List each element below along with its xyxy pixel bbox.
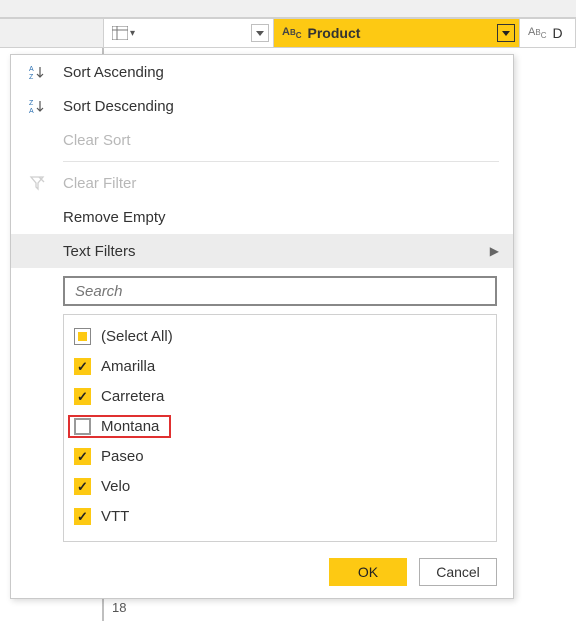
menu-label: Sort Descending	[63, 98, 174, 115]
abc-type-icon: ABC	[282, 26, 302, 40]
menu-label: Clear Filter	[63, 175, 136, 192]
column-label: Product	[308, 25, 361, 41]
sort-desc-icon: ZA	[25, 98, 49, 114]
column-header-right[interactable]: ABC D	[520, 19, 576, 47]
svg-text:A: A	[29, 108, 34, 114]
filter-item[interactable]: VTT	[74, 501, 486, 531]
filter-item[interactable]: (Select All)	[74, 321, 486, 351]
column-dropdown-icon[interactable]	[251, 24, 269, 42]
filter-sort-menu: AZ Sort Ascending ZA Sort Descending Cle…	[10, 54, 514, 599]
filter-item-label: Paseo	[101, 448, 144, 465]
menu-label: Text Filters	[63, 243, 136, 260]
ok-button[interactable]: OK	[329, 558, 407, 586]
menu-text-filters[interactable]: Text Filters ▶	[11, 234, 513, 268]
abc-type-icon: ABC	[528, 26, 546, 40]
sort-asc-icon: AZ	[25, 64, 49, 80]
row-index-header	[0, 19, 104, 47]
table-icon	[112, 26, 128, 40]
filter-clear-icon	[25, 175, 49, 191]
filter-item[interactable]: Montana	[74, 411, 486, 441]
filter-checkbox-list: (Select All) Amarilla Carretera Montana Pase…	[63, 314, 497, 542]
svg-text:Z: Z	[29, 74, 34, 80]
button-row: OK Cancel	[11, 558, 497, 586]
menu-label: Remove Empty	[63, 209, 166, 226]
filter-item-label: Montana	[101, 418, 159, 435]
filter-item[interactable]: Carretera	[74, 381, 486, 411]
column-header-blank[interactable]: ▾	[104, 19, 274, 47]
filter-item-label: VTT	[101, 508, 129, 525]
filter-item[interactable]: Amarilla	[74, 351, 486, 381]
checkbox-checked[interactable]	[74, 478, 91, 495]
menu-remove-empty[interactable]: Remove Empty	[11, 200, 513, 234]
filter-item[interactable]: Velo	[74, 471, 486, 501]
menu-clear-sort: Clear Sort	[11, 123, 513, 157]
svg-text:Z: Z	[29, 100, 34, 107]
menu-separator	[63, 161, 499, 162]
menu-label: Sort Ascending	[63, 64, 164, 81]
menu-label: Clear Sort	[63, 132, 131, 149]
menu-sort-ascending[interactable]: AZ Sort Ascending	[11, 55, 513, 89]
filter-item-label: Amarilla	[101, 358, 155, 375]
checkbox-checked[interactable]	[74, 508, 91, 525]
filter-item-label: Velo	[101, 478, 130, 495]
menu-sort-descending[interactable]: ZA Sort Descending	[11, 89, 513, 123]
menu-clear-filter: Clear Filter	[11, 166, 513, 200]
filter-item-label: (Select All)	[101, 328, 173, 345]
filter-item-label: Carretera	[101, 388, 164, 405]
search-box[interactable]	[63, 276, 497, 306]
column-header-product[interactable]: ABC Product	[274, 19, 520, 47]
checkbox-checked[interactable]	[74, 388, 91, 405]
column-label: D	[552, 25, 562, 41]
column-dropdown-icon[interactable]	[497, 24, 515, 42]
checkbox-checked[interactable]	[74, 448, 91, 465]
footer-row-number: 18	[104, 593, 126, 621]
filter-item[interactable]: Paseo	[74, 441, 486, 471]
column-headers: ▾ ABC Product ABC D	[0, 18, 576, 48]
checkbox-empty[interactable]	[74, 418, 91, 435]
checkbox-square[interactable]	[74, 328, 91, 345]
search-input[interactable]	[73, 282, 487, 301]
svg-text:A: A	[29, 66, 34, 73]
chevron-right-icon: ▶	[490, 244, 499, 258]
checkbox-checked[interactable]	[74, 358, 91, 375]
header-strip	[0, 0, 576, 18]
cancel-button[interactable]: Cancel	[419, 558, 497, 586]
